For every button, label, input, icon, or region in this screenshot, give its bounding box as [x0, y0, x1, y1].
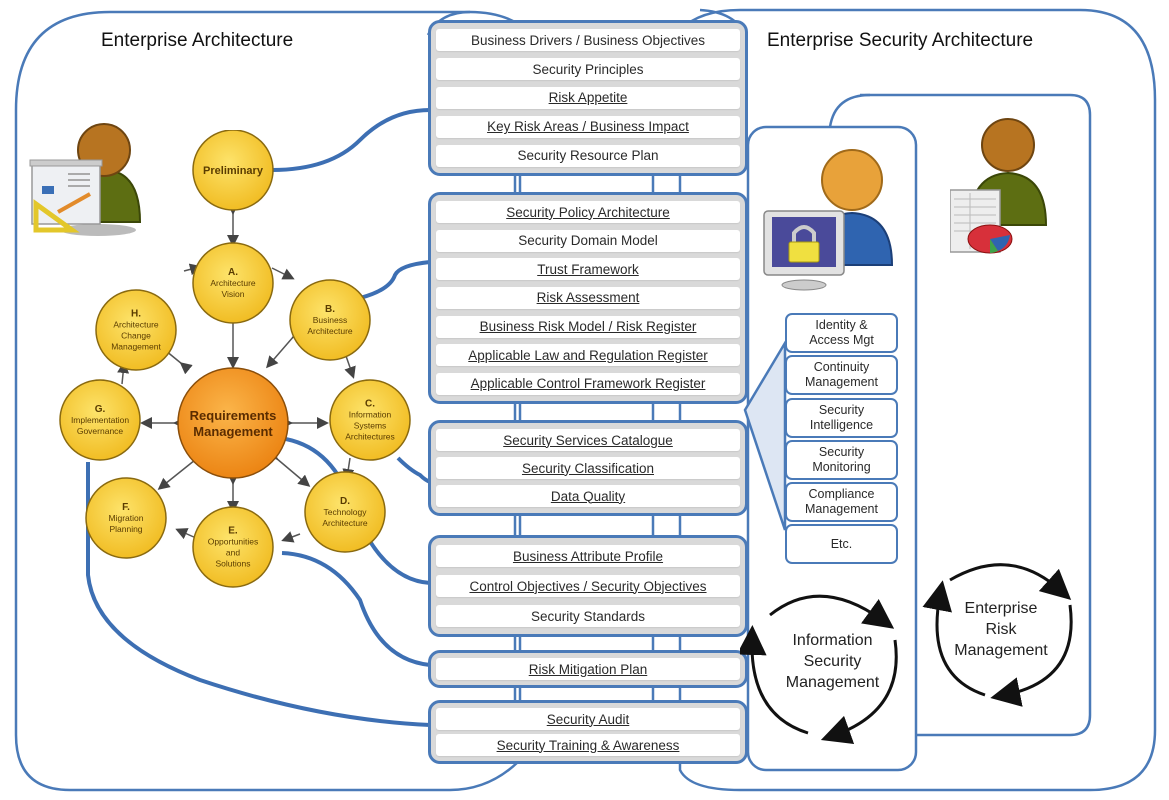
artifact-link[interactable]: Applicable Control Framework Register	[436, 372, 740, 395]
artifact-link[interactable]: Control Objectives / Security Objectives	[436, 575, 740, 597]
enterprise-architecture-title: Enterprise Architecture	[101, 30, 294, 51]
service-label-line: Compliance	[808, 487, 875, 501]
artifact-link[interactable]: Applicable Law and Regulation Register	[436, 344, 740, 367]
security-officer-lock-icon	[763, 149, 894, 291]
service-label-line: Etc.	[830, 536, 853, 551]
phase-label-line: Solutions	[216, 559, 251, 569]
phase-label-line: Information	[349, 410, 392, 420]
phase-label-line: Management	[111, 342, 161, 352]
phase-label-line: Architecture	[113, 320, 159, 330]
center-label-line-2: Management	[193, 424, 273, 439]
artifact-stack-4: Business Attribute Profile Control Object…	[428, 535, 748, 637]
security-service-box: Security Monitoring	[785, 440, 898, 480]
phase-label-line: Business	[313, 315, 348, 325]
artifact-link[interactable]: Security Training & Awareness	[436, 734, 740, 756]
artifact-link[interactable]: Risk Mitigation Plan	[436, 658, 740, 680]
artifact-link[interactable]: Security Classification	[436, 457, 740, 479]
phase-label-line: Architectures	[345, 432, 395, 442]
artifact-link[interactable]: Data Quality	[436, 485, 740, 507]
artifact-link[interactable]: Business Attribute Profile	[436, 545, 740, 567]
phase-letter: B.	[325, 304, 335, 315]
erm-cycle-arrow-top	[949, 563, 1072, 601]
phase-letter: F.	[122, 502, 130, 513]
node-requirements-management	[177, 367, 289, 479]
service-label-line: Management	[805, 375, 878, 389]
phase-label-line: Systems	[354, 421, 387, 431]
phase-label-line: Governance	[77, 426, 124, 436]
artifact-stack-5: Risk Mitigation Plan	[428, 650, 748, 688]
service-label-line: Continuity	[813, 360, 870, 374]
service-label-line: Access Mgt	[809, 333, 874, 347]
phase-label-line: Architecture	[322, 518, 368, 528]
artifact-link[interactable]: Security Audit	[436, 708, 740, 730]
artifact-stack-3: Security Services Catalogue Security Clas…	[428, 420, 748, 516]
phase-letter: A.	[228, 267, 238, 278]
artifact-stack-2: Security Policy Architecture Security Dom…	[428, 192, 748, 404]
phase-label-line: Architecture	[307, 326, 353, 336]
artifact-item: Security Domain Model	[436, 229, 740, 252]
security-service-box: Identity & Access Mgt	[785, 313, 898, 353]
artifact-link[interactable]: Trust Framework	[436, 258, 740, 281]
phase-label-line: Planning	[109, 524, 142, 534]
ism-label-line-2: Security	[803, 653, 862, 670]
security-service-box: Compliance Management	[785, 482, 898, 522]
phase-letter: E.	[228, 526, 238, 537]
phase-letter: C.	[365, 399, 375, 410]
artifact-item: Security Principles	[436, 58, 740, 81]
erm-cycle-label: Enterprise Risk Management	[945, 598, 1057, 661]
artifact-link[interactable]: Security Policy Architecture	[436, 201, 740, 224]
erm-label-line-2: Risk	[985, 621, 1017, 638]
artifact-link[interactable]: Key Risk Areas / Business Impact	[436, 115, 740, 138]
phase-label-line: Implementation	[71, 415, 129, 425]
ism-cycle-label: Information Security Management	[775, 630, 890, 693]
service-label-line: Intelligence	[809, 418, 874, 432]
service-label-line: Monitoring	[812, 460, 871, 474]
service-label-line: Management	[805, 502, 878, 516]
phase-label-line: Opportunities	[208, 537, 259, 547]
ism-label-line-3: Management	[785, 674, 880, 691]
security-service-box: Security Intelligence	[785, 398, 898, 438]
ism-cycle-arrow-top	[769, 594, 895, 629]
ism-label-line-1: Information	[792, 632, 873, 649]
phase-letter: H.	[131, 309, 141, 320]
phase-label-line: Architecture	[210, 278, 256, 288]
artifact-stack-1: Business Drivers / Business Objectives Se…	[428, 20, 748, 176]
node-preliminary-label: Preliminary	[203, 165, 264, 177]
erm-label-line-1: Enterprise	[964, 600, 1038, 617]
artifact-item: Security Resource Plan	[436, 144, 740, 167]
security-service-box: Continuity Management	[785, 355, 898, 395]
service-label-line: Identity &	[815, 318, 868, 332]
phase-letter: G.	[95, 404, 106, 415]
phase-label-line: and	[226, 548, 240, 558]
phase-label-line: Technology	[323, 507, 367, 517]
togaf-adm-wheel: Preliminary Requirements Management A.Ar…	[59, 130, 411, 588]
artifact-link[interactable]: Business Risk Model / Risk Register	[436, 315, 740, 338]
phase-label-line: Vision	[222, 289, 245, 299]
phase-label-line: Change	[121, 331, 151, 341]
artifact-link[interactable]: Security Services Catalogue	[436, 429, 740, 451]
artifact-item: Business Drivers / Business Objectives	[436, 29, 740, 52]
enterprise-security-architecture-title: Enterprise Security Architecture	[767, 30, 1034, 51]
artifact-item: Security Standards	[436, 605, 740, 627]
service-label-line: Security	[818, 445, 865, 459]
service-label-line: Security	[818, 403, 865, 417]
phase-label-line: Migration	[109, 513, 144, 523]
phase-letter: D.	[340, 496, 350, 507]
erm-label-line-3: Management	[954, 642, 1048, 659]
security-service-box: Etc.	[785, 524, 898, 564]
artifact-stack-6: Security Audit Security Training & Awaren…	[428, 700, 748, 764]
artifact-link[interactable]: Risk Assessment	[436, 286, 740, 309]
center-label-line-1: Requirements	[190, 408, 277, 423]
artifact-link[interactable]: Risk Appetite	[436, 86, 740, 109]
risk-manager-chart-icon	[950, 118, 1048, 254]
